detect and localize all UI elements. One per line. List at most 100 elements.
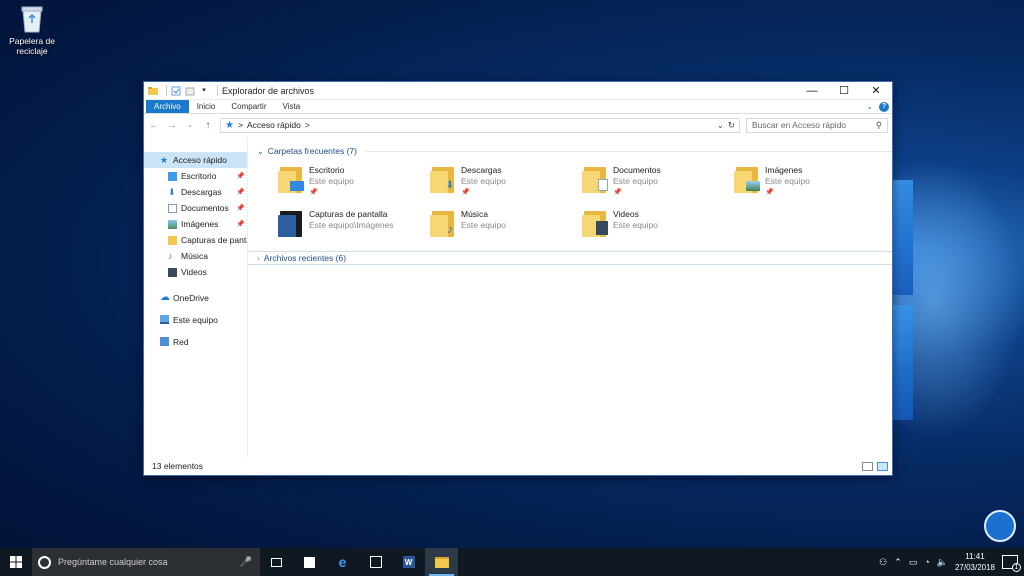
forward-button[interactable]: → [166, 120, 178, 131]
folder-icon [168, 235, 177, 245]
pin-icon[interactable]: 📌 [613, 187, 661, 198]
frequent-folders-label: Carpetas frecuentes (7) [267, 146, 357, 156]
nav-item-imagenes[interactable]: Imágenes 📌 [144, 216, 247, 232]
cortana-placeholder: Pregúntame cualquier cosa [58, 557, 168, 567]
back-button[interactable]: ← [148, 120, 160, 131]
tab-vista[interactable]: Vista [275, 100, 309, 113]
cortana-circle-icon [38, 555, 51, 569]
store-app-button[interactable] [293, 548, 326, 576]
nav-item-musica[interactable]: ♪ Música [144, 248, 247, 264]
calendar-icon [369, 556, 382, 568]
cortana-orb-icon[interactable] [984, 510, 1016, 542]
help-icon[interactable]: ? [879, 101, 889, 112]
folder-tile[interactable]: ♪ Música Este equipo [430, 209, 582, 241]
folder-tile[interactable]: Imágenes Este equipo 📌 [734, 165, 886, 197]
properties-icon[interactable] [171, 86, 181, 96]
recycle-bin-desktop-icon[interactable]: Papelera de reciclaje [6, 4, 58, 56]
nav-item-label: Capturas de pantall [181, 235, 247, 245]
calendar-app-button[interactable] [359, 548, 392, 576]
new-folder-icon[interactable] [185, 86, 195, 96]
folder-tile[interactable]: Escritorio Este equipo 📌 [278, 165, 430, 197]
cortana-search-box[interactable]: Pregúntame cualquier cosa 🎤 [32, 548, 260, 576]
word-icon: W [402, 556, 415, 568]
search-input[interactable]: Buscar en Acceso rápido ⚲ [746, 117, 888, 133]
pin-icon[interactable]: 📌 [236, 204, 245, 212]
recent-files-header[interactable]: › Archivos recientes (6) [248, 251, 892, 265]
clock[interactable]: 11:41 27/03/2018 [955, 551, 995, 573]
tab-inicio[interactable]: Inicio [189, 100, 224, 113]
nav-quick-access[interactable]: ★ Acceso rápido [144, 152, 247, 168]
pin-icon[interactable]: 📌 [236, 188, 245, 196]
network-icon [160, 337, 169, 346]
up-button[interactable]: ↑ [202, 120, 214, 131]
details-view-button[interactable] [862, 461, 873, 471]
expand-ribbon-icon[interactable]: ⌄ [866, 102, 873, 111]
folder-location: Este equipo [461, 176, 506, 186]
folder-name: Videos [613, 209, 639, 219]
tab-compartir[interactable]: Compartir [223, 100, 274, 113]
folder-tile[interactable]: ⬇ Descargas Este equipo 📌 [430, 165, 582, 197]
minimize-button[interactable]: — [796, 82, 828, 100]
frequent-folders-header[interactable]: ⌄ Carpetas frecuentes (7) [248, 145, 892, 157]
nav-item-escritorio[interactable]: Escritorio 📌 [144, 168, 247, 184]
title-bar[interactable]: ▾ Explorador de archivos — ☐ ✕ [144, 82, 892, 100]
word-app-button[interactable]: W [392, 548, 425, 576]
system-tray: ⚇ ⌃ ▭ ◔ 🔈 11:41 27/03/2018 1 [879, 551, 1024, 573]
notification-count: 1 [1012, 563, 1021, 572]
file-explorer-window[interactable]: ▾ Explorador de archivos — ☐ ✕ Archivo I… [143, 81, 893, 476]
window-title: Explorador de archivos [222, 85, 315, 96]
edge-app-button[interactable]: e [326, 548, 359, 576]
file-explorer-app-button[interactable] [425, 548, 458, 576]
folder-tile[interactable]: Videos Este equipo [582, 209, 734, 241]
notification-center-icon[interactable]: 1 [1002, 555, 1021, 572]
breadcrumb-separator: > [237, 120, 243, 130]
task-view-button[interactable] [260, 548, 293, 576]
nav-this-pc-label: Este equipo [173, 314, 218, 325]
chevron-up-icon[interactable]: ⌃ [894, 557, 902, 568]
address-bar[interactable]: ★ > Acceso rápido > ⌄ ↻ [220, 117, 740, 133]
nav-network[interactable]: Red [144, 333, 247, 350]
close-button[interactable]: ✕ [860, 82, 892, 100]
tab-archivo[interactable]: Archivo [146, 100, 189, 113]
nav-item-videos[interactable]: Videos [144, 264, 247, 280]
pin-icon[interactable]: 📌 [461, 187, 506, 198]
address-dropdown-icon[interactable]: ⌄ [717, 120, 724, 131]
pin-icon[interactable]: 📌 [765, 187, 810, 198]
maximize-button[interactable]: ☐ [828, 82, 860, 100]
nav-item-documentos[interactable]: Documentos 📌 [144, 200, 247, 216]
recent-locations-icon[interactable]: ⌄ [184, 121, 196, 129]
nav-onedrive[interactable]: ☁ OneDrive [144, 289, 247, 306]
breadcrumb-separator[interactable]: > [305, 120, 310, 130]
breadcrumb-quick-access[interactable]: Acceso rápido [247, 120, 301, 130]
documents-icon [168, 203, 177, 213]
navigation-pane: ★ Acceso rápido Escritorio 📌 ⬇ Descargas… [144, 138, 248, 457]
content-pane: ⌄ Carpetas frecuentes (7) Escritorio Este… [248, 138, 892, 457]
divider [166, 85, 167, 96]
chevron-down-icon[interactable]: ▾ [199, 86, 209, 96]
volume-icon[interactable]: 🔈 [937, 557, 948, 568]
nav-item-capturas[interactable]: Capturas de pantall [144, 232, 247, 248]
people-icon[interactable]: ⚇ [879, 557, 887, 568]
folder-tile[interactable]: Capturas de pantalla Este equipo\Imágenes [278, 209, 430, 241]
network-tray-icon[interactable]: ◔ [924, 557, 929, 567]
microphone-icon[interactable]: 🎤 [240, 557, 252, 568]
pin-icon[interactable]: 📌 [309, 187, 354, 198]
large-icons-view-button[interactable] [877, 461, 888, 471]
start-button[interactable] [0, 548, 32, 576]
search-icon[interactable]: ⚲ [876, 120, 882, 131]
refresh-icon[interactable]: ↻ [728, 120, 735, 131]
battery-icon[interactable]: ▭ [909, 557, 918, 568]
nav-network-label: Red [173, 336, 189, 347]
pin-icon[interactable]: 📌 [236, 172, 245, 180]
nav-item-label: Videos [181, 267, 207, 277]
nav-item-descargas[interactable]: ⬇ Descargas 📌 [144, 184, 247, 200]
wallpaper-logo-pane [893, 305, 913, 420]
folder-tile[interactable]: Documentos Este equipo 📌 [582, 165, 734, 197]
pin-icon[interactable]: 📌 [236, 220, 245, 228]
folder-name: Música [461, 209, 488, 219]
taskbar: Pregúntame cualquier cosa 🎤 e W ⚇ ⌃ ▭ ◔ … [0, 548, 1024, 576]
folder-location: Este equipo [765, 176, 810, 186]
music-icon: ♪ [168, 250, 173, 261]
nav-this-pc[interactable]: Este equipo [144, 311, 247, 328]
nav-item-label: Música [181, 251, 208, 261]
